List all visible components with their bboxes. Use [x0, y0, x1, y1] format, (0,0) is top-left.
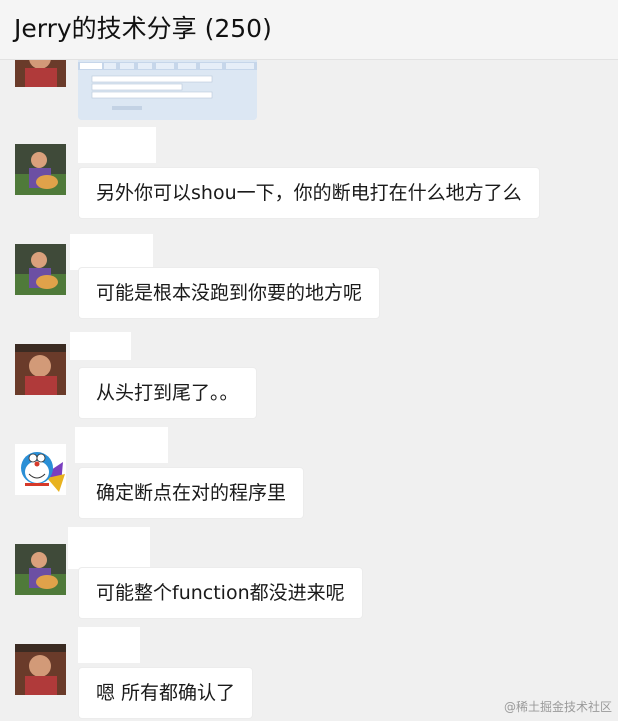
- user-photo-icon[interactable]: [15, 60, 66, 87]
- user-photo-icon[interactable]: [15, 144, 66, 195]
- sender-name: [70, 234, 153, 270]
- user-photo-icon[interactable]: [15, 344, 66, 395]
- sender-name: [78, 127, 156, 163]
- doraemon-avatar-icon[interactable]: [15, 444, 66, 495]
- sender-name: [78, 627, 140, 663]
- message-bubble[interactable]: 嗯 所有都确认了: [78, 667, 254, 719]
- user-photo-icon[interactable]: [15, 644, 66, 695]
- message-bubble[interactable]: 确定断点在对的程序里: [78, 467, 305, 519]
- user-photo-icon[interactable]: [15, 244, 66, 295]
- message-bubble[interactable]: 可能是根本没跑到你要的地方呢: [78, 267, 381, 319]
- watermark: @稀土掘金技术社区: [503, 700, 612, 714]
- sender-name: [75, 427, 168, 463]
- message-bubble[interactable]: 从头打到尾了。。: [78, 367, 257, 419]
- chat-header: Jerry的技术分享 (250): [0, 0, 618, 60]
- sender-name: [68, 527, 150, 569]
- user-photo-icon[interactable]: [15, 544, 66, 595]
- message-bubble[interactable]: 另外你可以shou一下，你的断电打在什么地方了么: [78, 167, 540, 219]
- image-message[interactable]: [78, 60, 257, 120]
- chat-title: Jerry的技术分享 (250): [14, 14, 272, 43]
- sender-name: [70, 332, 131, 360]
- message-bubble[interactable]: 可能整个function都没进来呢: [78, 567, 363, 619]
